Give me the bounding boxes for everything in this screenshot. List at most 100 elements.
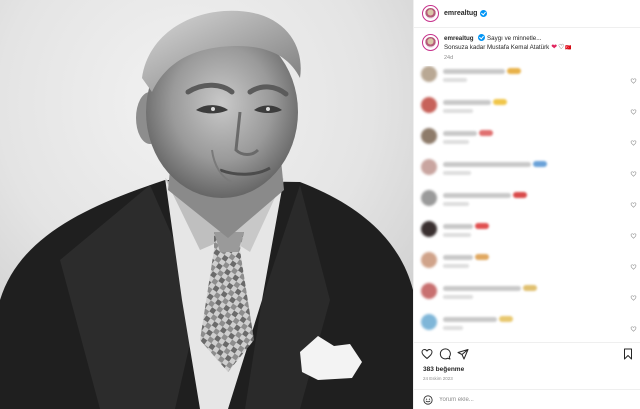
commenter-avatar[interactable] (421, 128, 437, 144)
comment-text-blurred (443, 69, 505, 74)
caption-line-2: Sonsuza kadar Mustafa Kemal Atatürk ❤ ♡ … (444, 44, 572, 53)
comment-icon (439, 348, 451, 360)
comment-like-button[interactable] (630, 319, 637, 332)
commenter-avatar[interactable] (421, 314, 437, 330)
smiley-icon (423, 394, 433, 405)
author-username[interactable]: emrealtug (444, 10, 477, 17)
comment-like-button[interactable] (630, 164, 637, 177)
comment-item (421, 221, 639, 247)
bookmark-icon (624, 348, 632, 360)
comment-meta-blurred (443, 78, 467, 82)
share-icon (457, 349, 469, 360)
comment-item (421, 252, 639, 278)
caption-first-line: Saygı ve minnetle... (487, 35, 542, 42)
commenter-avatar[interactable] (421, 159, 437, 175)
comment-item (421, 66, 639, 92)
comment-item (421, 159, 639, 185)
heart-icon (630, 78, 637, 84)
comment-item (421, 283, 639, 309)
author-avatar[interactable] (422, 5, 439, 22)
commenter-avatar[interactable] (421, 66, 437, 82)
comment-meta-blurred (443, 233, 471, 237)
comment-emoji-blurred (475, 254, 489, 260)
heart-icon (630, 233, 637, 239)
red-heart-emoji: ❤ (551, 43, 558, 51)
heart-icon (630, 109, 637, 115)
comment-item (421, 128, 639, 154)
comment-item (421, 190, 639, 216)
comment-text-blurred (443, 317, 497, 322)
comment-item (421, 314, 639, 338)
caption-avatar[interactable] (422, 34, 439, 51)
likes-count[interactable]: 383 beğenme (423, 366, 464, 373)
comment-emoji-blurred (475, 223, 489, 229)
post-date: 24 Eskim 2023 (423, 376, 453, 381)
comment-like-button[interactable] (630, 257, 637, 270)
post-header: emrealtug (414, 0, 640, 28)
comment-meta-blurred (443, 202, 469, 206)
comment-meta-blurred (443, 326, 463, 330)
comment-text-blurred (443, 224, 473, 229)
caption-username[interactable]: emrealtug (444, 35, 474, 42)
comment-emoji-blurred (493, 99, 507, 105)
heart-icon (421, 348, 433, 360)
comment-meta-blurred (443, 295, 473, 299)
heart-icon (630, 171, 637, 177)
caption-line-1: emrealtug Saygı ve minnetle... (444, 34, 572, 44)
comment-meta-blurred (443, 171, 471, 175)
comment-meta-blurred (443, 264, 469, 268)
heart-icon (630, 202, 637, 208)
share-button[interactable] (457, 347, 469, 360)
instagram-post-view: emrealtug emrealtug Saygı ve minnetle...… (0, 0, 640, 409)
comment-input[interactable] (439, 396, 619, 403)
comment-emoji-blurred (507, 68, 521, 74)
comment-button[interactable] (439, 347, 451, 360)
verified-badge-icon (480, 10, 488, 17)
comment-emoji-blurred (499, 316, 513, 322)
comment-emoji-blurred (533, 161, 547, 167)
comment-like-button[interactable] (630, 288, 637, 301)
caption-second-line: Sonsuza kadar Mustafa Kemal Atatürk (444, 43, 550, 51)
heart-icon (630, 295, 637, 301)
post-side-panel: emrealtug emrealtug Saygı ve minnetle...… (413, 0, 640, 409)
commenter-avatar[interactable] (421, 221, 437, 237)
add-comment-bar (414, 389, 640, 409)
comment-meta-blurred (443, 109, 473, 113)
commenter-avatar[interactable] (421, 190, 437, 206)
commenter-avatar[interactable] (421, 283, 437, 299)
caption-timestamp: 24d (444, 55, 454, 61)
commenter-avatar[interactable] (421, 252, 437, 268)
comment-text-blurred (443, 193, 511, 198)
comment-emoji-blurred (479, 130, 493, 136)
heart-icon (630, 140, 637, 146)
comment-like-button[interactable] (630, 133, 637, 146)
post-photo[interactable] (0, 0, 413, 409)
verified-badge-icon (478, 34, 486, 41)
comment-item (421, 97, 639, 123)
comment-text-blurred (443, 255, 473, 260)
comment-like-button[interactable] (630, 71, 637, 84)
comment-meta-blurred (443, 140, 469, 144)
comment-like-button[interactable] (630, 102, 637, 115)
post-caption: emrealtug Saygı ve minnetle... Sonsuza k… (422, 34, 637, 63)
heart-icon (630, 264, 637, 270)
portrait-image (0, 0, 413, 409)
like-button[interactable] (421, 347, 433, 360)
emoji-picker-button[interactable] (423, 394, 433, 405)
commenter-avatar[interactable] (421, 97, 437, 113)
comment-text-blurred (443, 100, 491, 105)
comment-like-button[interactable] (630, 226, 637, 239)
flag-emoji: 🇹🇷 (565, 44, 572, 51)
save-button[interactable] (622, 347, 634, 360)
post-actions-bar (414, 342, 640, 364)
heart-icon (630, 326, 637, 332)
comment-emoji-blurred (513, 192, 527, 198)
comment-text-blurred (443, 286, 521, 291)
comment-emoji-blurred (523, 285, 537, 291)
comments-list[interactable] (414, 66, 640, 338)
comment-text-blurred (443, 162, 531, 167)
avatar-image (425, 37, 436, 48)
avatar-image (425, 8, 436, 19)
comment-like-button[interactable] (630, 195, 637, 208)
heart-outline-emoji: ♡ (558, 43, 565, 51)
